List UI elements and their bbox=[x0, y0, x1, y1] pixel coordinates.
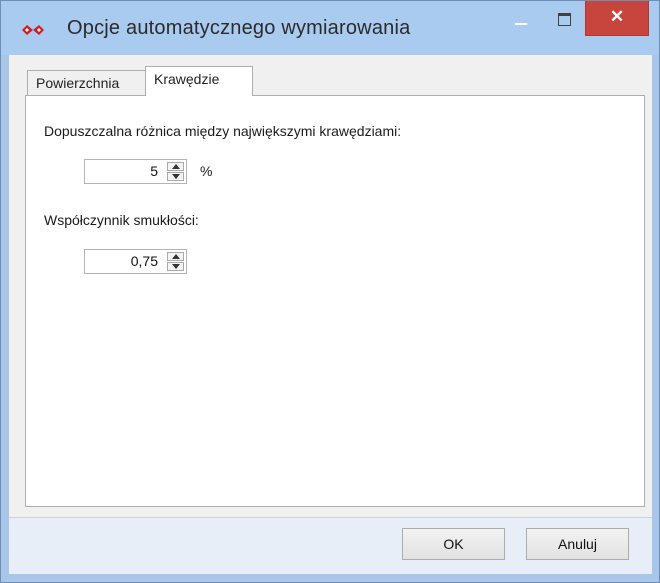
max-edge-difference-stepper[interactable]: 5 bbox=[84, 159, 187, 184]
percent-unit-label: % bbox=[200, 163, 213, 179]
dialog-window: Opcje automatycznego wymiarowania ✕ Powi… bbox=[0, 0, 660, 583]
minimize-icon[interactable] bbox=[507, 1, 537, 39]
close-icon[interactable]: ✕ bbox=[585, 1, 649, 36]
tab-powierzchnia[interactable]: Powierzchnia bbox=[27, 70, 149, 95]
spin-up-icon[interactable] bbox=[167, 162, 184, 171]
dialog-button-bar: OK Anuluj bbox=[9, 517, 652, 574]
ok-button[interactable]: OK bbox=[402, 528, 505, 560]
dialog-client-area: Powierzchnia Krawędzie Dopuszczalna różn… bbox=[9, 55, 652, 574]
window-title: Opcje automatycznego wymiarowania bbox=[67, 17, 411, 39]
spin-up-icon[interactable] bbox=[167, 252, 184, 261]
tab-panel-krawedzie: Dopuszczalna różnica między największymi… bbox=[25, 95, 645, 507]
title-bar[interactable]: Opcje automatycznego wymiarowania ✕ bbox=[1, 1, 659, 55]
slenderness-ratio-label: Współczynnik smukłości: bbox=[44, 212, 199, 228]
cancel-button[interactable]: Anuluj bbox=[526, 528, 629, 560]
tab-krawedzie[interactable]: Krawędzie bbox=[145, 66, 253, 96]
maximize-icon[interactable] bbox=[549, 1, 579, 39]
slenderness-ratio-value[interactable]: 0,75 bbox=[131, 253, 158, 269]
slenderness-ratio-stepper[interactable]: 0,75 bbox=[84, 249, 187, 274]
app-logo-icon bbox=[22, 25, 44, 35]
max-edge-difference-value[interactable]: 5 bbox=[150, 163, 158, 179]
spin-down-icon[interactable] bbox=[167, 262, 184, 271]
max-edge-difference-label: Dopuszczalna różnica między największymi… bbox=[44, 123, 402, 139]
spin-down-icon[interactable] bbox=[167, 172, 184, 181]
